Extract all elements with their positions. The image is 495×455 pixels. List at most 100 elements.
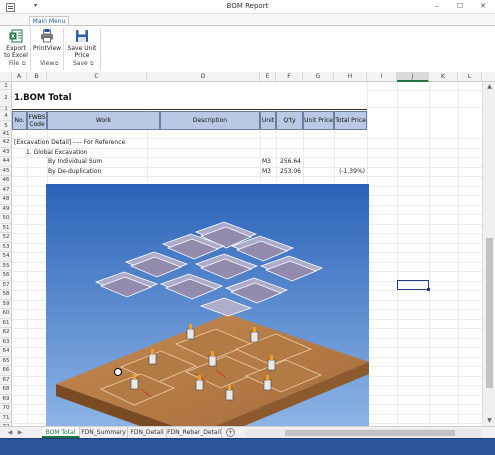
row-header[interactable]: 43 [0, 148, 11, 157]
scroll-up-icon[interactable]: ▲ [483, 82, 495, 92]
next-sheet-icon[interactable]: ▶ [16, 428, 24, 438]
global-excavation-label: 1. Global Excavation [26, 148, 88, 156]
header-qty: Q'ty [276, 111, 303, 130]
header-unit-price: Unit Price [303, 111, 334, 130]
row-header[interactable]: 49 [0, 205, 11, 214]
sheet-tabs-bar: ◀ ▶ BOM Total FDN_Summary FDN_Detail FDN… [0, 426, 495, 438]
column-header-k[interactable]: K [429, 72, 458, 82]
row-header[interactable]: 57 [0, 281, 11, 290]
sheet-tab-fdn-summary[interactable]: FDN_Summary [80, 427, 128, 438]
by-individual-sum-label: By Individual Sum [48, 158, 103, 165]
column-header-d[interactable]: D [147, 72, 260, 82]
view-group-launcher-icon[interactable]: ⧉ [55, 61, 59, 67]
column-header-l[interactable]: L [458, 72, 482, 82]
save-unit-price-label-2: Price [74, 52, 90, 59]
individual-sum-unit: M3 [262, 158, 271, 165]
by-deduplication-label: By De-duplication [48, 167, 102, 175]
row-header[interactable]: 41 [0, 131, 11, 138]
export-label-1: Export [6, 45, 26, 52]
deduplication-total-price: (-1.39%) [339, 167, 365, 175]
grid-line [12, 176, 482, 177]
file-group-launcher-icon[interactable]: ⧉ [22, 61, 26, 67]
row-header[interactable]: 68 [0, 385, 11, 395]
column-header-f[interactable]: F [276, 72, 303, 82]
column-header-g[interactable]: G [303, 72, 334, 82]
row-header[interactable]: 50 [0, 214, 11, 224]
row-header[interactable]: 55 [0, 262, 11, 271]
row-header[interactable]: 53 [0, 243, 11, 252]
row-header[interactable]: 56 [0, 271, 11, 281]
horizontal-scrollbar[interactable] [245, 429, 481, 437]
row-header[interactable]: 65 [0, 357, 11, 366]
row-header[interactable]: 48 [0, 195, 11, 205]
row-header[interactable]: 70 [0, 404, 11, 414]
row-header[interactable]: 47 [0, 186, 11, 195]
row-header[interactable]: 66 [0, 366, 11, 376]
group-separator [30, 28, 31, 70]
column-header-a[interactable]: A [12, 72, 27, 82]
row-header[interactable]: 60 [0, 309, 11, 319]
sheet-tab-fdn-rebar-detail[interactable]: FDN_Rebar_Detail [167, 427, 222, 438]
row-header[interactable]: 44 [0, 157, 11, 167]
row-header[interactable]: 52 [0, 233, 11, 243]
column-header-c[interactable]: C [47, 72, 147, 82]
column-header-h[interactable]: H [334, 72, 367, 82]
3d-foundation-excavation-model [46, 184, 369, 426]
individual-sum-qty: 256.64 [280, 158, 301, 165]
deduplication-qty: 253.06 [280, 167, 301, 175]
row-header[interactable]: 45 [0, 167, 11, 176]
row-header[interactable]: 64 [0, 347, 11, 357]
row-header[interactable]: 63 [0, 338, 11, 347]
sheet-tab-fdn-detail[interactable]: FDN_Detail [128, 427, 167, 438]
scroll-down-icon[interactable]: ▼ [483, 416, 495, 426]
row-header[interactable]: 5 [0, 121, 11, 131]
vertical-scroll-thumb[interactable] [486, 238, 493, 388]
row-header[interactable]: 59 [0, 300, 11, 309]
column-header-e[interactable]: E [260, 72, 276, 82]
header-work: Work [47, 111, 160, 130]
horizontal-scroll-thumb[interactable] [285, 430, 455, 436]
row-header[interactable]: 1 [0, 82, 11, 90]
grid-line [27, 82, 28, 426]
row-header[interactable]: 58 [0, 290, 11, 300]
status-bar [0, 438, 495, 455]
row-header[interactable]: 71 [0, 414, 11, 423]
sheet-tab-bom-total[interactable]: BOM Total [42, 427, 80, 438]
printer-icon [40, 29, 54, 43]
active-cell[interactable] [397, 280, 430, 291]
header-fwbs-line2: Code [29, 120, 45, 128]
save-unit-price-button[interactable]: Save Unit Price [66, 29, 98, 59]
save-group-launcher-icon[interactable]: ⧉ [90, 61, 94, 67]
column-header-b[interactable]: B [27, 72, 47, 82]
minimize-button[interactable]: – [428, 0, 446, 13]
row-header[interactable]: 69 [0, 395, 11, 404]
grid-line [429, 82, 430, 426]
maximize-button[interactable]: ☐ [451, 0, 469, 13]
row-header[interactable]: 2 [0, 90, 11, 107]
row-header[interactable]: 51 [0, 224, 11, 233]
close-button[interactable]: ✕ [474, 0, 492, 13]
header-total-price: Total Price [334, 111, 367, 130]
row-header[interactable]: 42 [0, 138, 11, 148]
row-header[interactable]: 4 [0, 111, 11, 121]
column-header-j[interactable]: J [397, 72, 429, 82]
title-underline [12, 109, 367, 110]
row-header[interactable]: 61 [0, 319, 11, 328]
row-header[interactable]: 67 [0, 376, 11, 385]
row-header[interactable]: 46 [0, 176, 11, 186]
print-view-button[interactable]: PrintView [33, 29, 61, 52]
select-all-corner[interactable] [0, 72, 12, 82]
export-label-2: to Excel [4, 52, 28, 59]
row-header[interactable]: 54 [0, 252, 11, 262]
header-description: Description [160, 111, 260, 130]
worksheet[interactable]: 1.BOM Total No. FWBS Code Work Descripti… [12, 82, 482, 426]
group-separator [63, 28, 64, 70]
column-header-i[interactable]: I [367, 72, 397, 82]
vertical-scrollbar[interactable]: ▲ ▼ [482, 82, 495, 426]
row-header[interactable]: 62 [0, 328, 11, 338]
add-sheet-icon[interactable]: + [226, 428, 235, 437]
export-to-excel-button[interactable]: X Export to Excel [4, 29, 28, 59]
header-fwbs-line1: FWBS [28, 113, 46, 121]
deduplication-unit: M3 [262, 167, 271, 175]
prev-sheet-icon[interactable]: ◀ [6, 428, 14, 438]
